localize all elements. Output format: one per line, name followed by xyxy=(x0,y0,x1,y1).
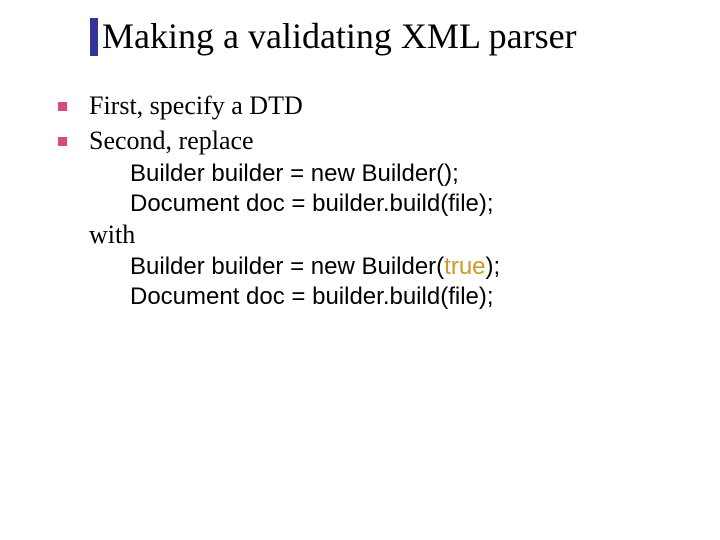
square-bullet-icon xyxy=(58,102,67,111)
with-label: with xyxy=(89,219,690,252)
code-line: Document doc = builder.build(file); xyxy=(130,189,690,219)
code-line: Document doc = builder.build(file); xyxy=(130,282,690,312)
bullet-item: First, specify a DTD xyxy=(58,90,690,123)
square-bullet-icon xyxy=(58,137,67,146)
accent-bar xyxy=(90,18,98,56)
bullet-item: Second, replace xyxy=(58,125,690,158)
code-fragment: ); xyxy=(486,253,501,280)
code-line: Builder builder = new Builder(); xyxy=(130,159,690,189)
title-row: Making a validating XML parser xyxy=(90,18,690,56)
slide-title: Making a validating XML parser xyxy=(102,18,577,56)
code-fragment: Builder builder = new Builder( xyxy=(130,253,444,280)
slide: Making a validating XML parser First, sp… xyxy=(0,0,720,540)
bullet-text: First, specify a DTD xyxy=(89,90,303,123)
keyword-true: true xyxy=(444,253,485,280)
slide-body: First, specify a DTD Second, replace Bui… xyxy=(58,90,690,312)
bullet-text: Second, replace xyxy=(89,125,254,158)
code-line: Builder builder = new Builder(true); xyxy=(130,252,690,282)
